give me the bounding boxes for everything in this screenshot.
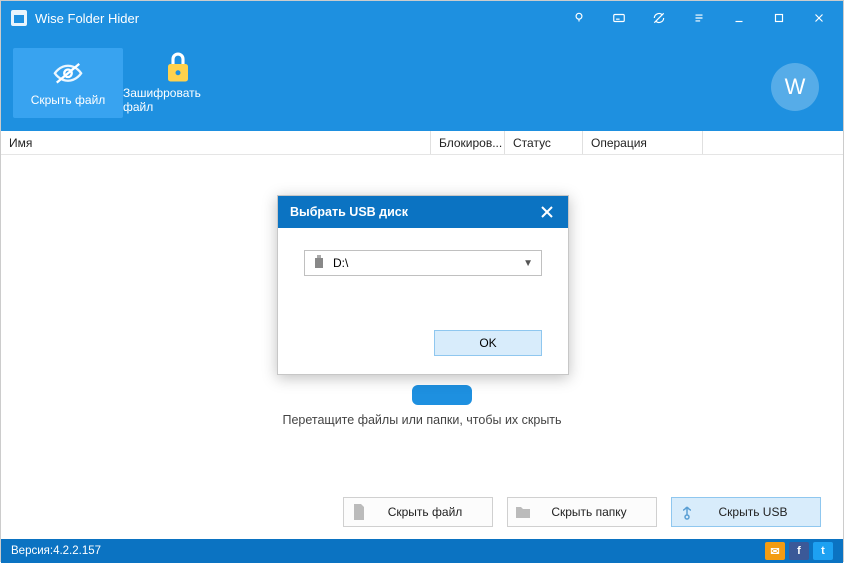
usb-dialog: Выбрать USB диск D:\ ▼ OK xyxy=(277,195,569,375)
drop-graphic xyxy=(412,385,472,405)
app-icon xyxy=(11,10,27,26)
col-tail xyxy=(703,131,843,154)
folder-icon xyxy=(508,505,538,519)
drive-icon xyxy=(313,255,325,272)
version-value: 4.2.2.157 xyxy=(53,545,101,557)
tab-hide-file-label: Скрыть файл xyxy=(31,93,106,107)
version-label: Версия: xyxy=(11,545,53,557)
brand-logo: W xyxy=(771,63,819,111)
titlebar: Wise Folder Hider xyxy=(1,1,843,35)
usb-icon xyxy=(672,504,702,520)
tab-encrypt-file-label: Зашифровать файл xyxy=(123,86,233,114)
drive-combobox[interactable]: D:\ ▼ xyxy=(304,250,542,276)
dialog-titlebar: Выбрать USB диск xyxy=(278,196,568,228)
hide-folder-button[interactable]: Скрыть папку xyxy=(507,497,657,527)
col-name[interactable]: Имя xyxy=(1,131,431,154)
twitter-icon[interactable]: t xyxy=(813,542,833,560)
chevron-down-icon: ▼ xyxy=(523,258,533,269)
ribbon: Скрыть файл Зашифровать файл W xyxy=(1,35,843,131)
col-status[interactable]: Статус xyxy=(505,131,583,154)
statusbar: Версия: 4.2.2.157 ✉ f t xyxy=(1,539,843,563)
bottom-toolbar: Скрыть файл Скрыть папку Скрыть USB xyxy=(1,485,843,539)
hide-file-button[interactable]: Скрыть файл xyxy=(343,497,493,527)
file-icon xyxy=(344,504,374,520)
facebook-icon[interactable]: f xyxy=(789,542,809,560)
eye-slash-icon xyxy=(53,59,83,87)
hide-usb-button[interactable]: Скрыть USB xyxy=(671,497,821,527)
close-button[interactable] xyxy=(799,1,839,35)
message-icon[interactable] xyxy=(599,1,639,35)
drop-hint: Перетащите файлы или папки, чтобы их скр… xyxy=(1,413,843,427)
dialog-ok-button[interactable]: OK xyxy=(434,330,542,356)
dialog-close-button[interactable] xyxy=(532,200,562,224)
feedback-icon[interactable] xyxy=(559,1,599,35)
dialog-body: D:\ ▼ OK xyxy=(278,228,568,374)
rss-icon[interactable]: ✉ xyxy=(765,542,785,560)
minimize-button[interactable] xyxy=(719,1,759,35)
tab-hide-file[interactable]: Скрыть файл xyxy=(13,48,123,118)
maximize-button[interactable] xyxy=(759,1,799,35)
column-headers: Имя Блокиров... Статус Операция xyxy=(1,131,843,155)
lock-icon xyxy=(163,52,193,80)
drive-selected: D:\ xyxy=(333,256,348,270)
menu-icon[interactable] xyxy=(679,1,719,35)
app-title: Wise Folder Hider xyxy=(35,11,139,26)
update-icon[interactable] xyxy=(639,1,679,35)
dialog-title: Выбрать USB диск xyxy=(290,205,408,219)
tab-encrypt-file[interactable]: Зашифровать файл xyxy=(123,48,233,118)
col-lock[interactable]: Блокиров... xyxy=(431,131,505,154)
col-operation[interactable]: Операция xyxy=(583,131,703,154)
